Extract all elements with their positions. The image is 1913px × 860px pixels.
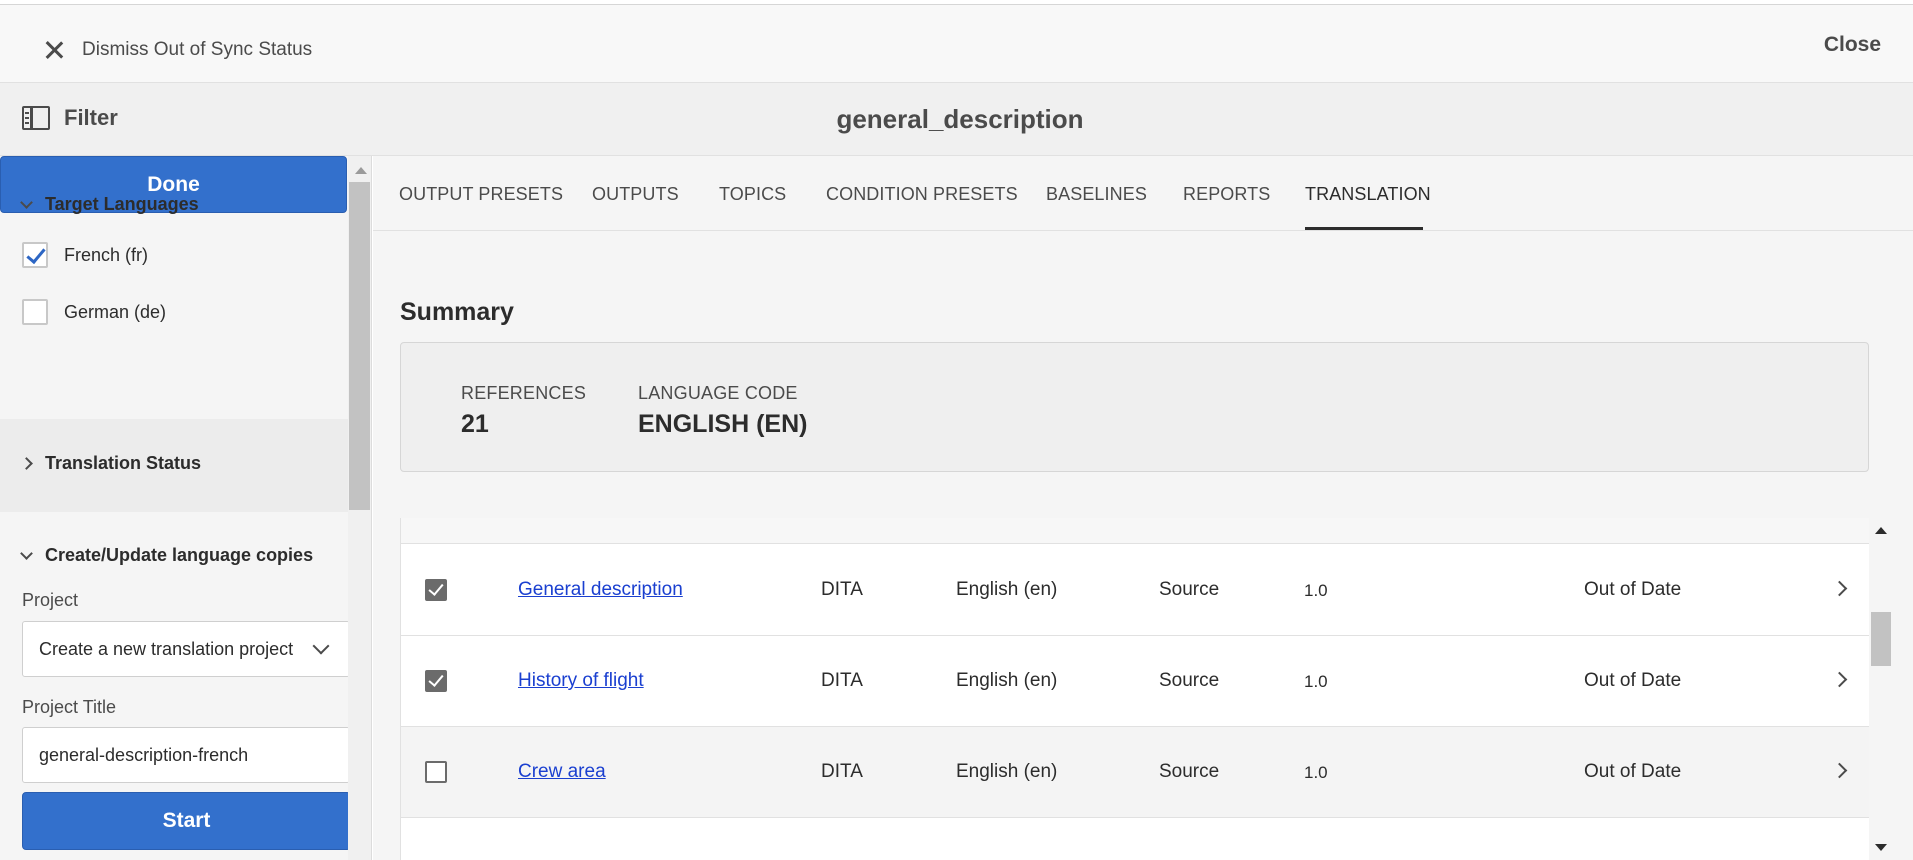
language-code-value: ENGLISH (EN): [638, 410, 808, 438]
language-option-german[interactable]: German (de): [22, 299, 166, 325]
type-cell: DITA: [821, 670, 863, 691]
chevron-down-icon: [20, 195, 33, 209]
status-cell: Out of Date: [1584, 579, 1682, 600]
close-icon: [40, 36, 68, 64]
chevron-right-icon[interactable]: [1831, 762, 1848, 779]
language-cell: English (en): [956, 579, 1058, 600]
summary-card: REFERENCES 21 LANGUAGE CODE ENGLISH (EN): [400, 342, 1869, 472]
references-value: 21: [461, 410, 489, 438]
role-cell: Source: [1159, 670, 1220, 691]
references-table: General description DITA English (en) So…: [400, 518, 1869, 860]
tab-output-presets[interactable]: OUTPUT PRESETS: [399, 184, 563, 205]
row-checkbox[interactable]: [425, 670, 447, 692]
tab-baselines[interactable]: BASELINES: [1046, 184, 1147, 205]
create-update-heading: Create/Update language copies: [45, 545, 314, 565]
project-select-value: Create a new translation project: [39, 638, 294, 659]
tab-condition-presets[interactable]: CONDITION PRESETS: [826, 184, 1018, 205]
close-button[interactable]: Close: [1824, 33, 1881, 57]
scrollbar-thumb[interactable]: [349, 182, 370, 510]
row-checkbox[interactable]: [425, 579, 447, 601]
checkbox-icon[interactable]: [22, 242, 48, 268]
chevron-down-icon: [312, 637, 330, 655]
version-cell: 1.0: [1304, 581, 1328, 600]
version-cell: 1.0: [1304, 763, 1328, 782]
topic-link[interactable]: History of flight: [518, 670, 644, 692]
language-code-metric: LANGUAGE CODE ENGLISH (EN): [638, 383, 807, 439]
language-code-label: LANGUAGE CODE: [638, 383, 798, 403]
tab-bar: OUTPUT PRESETS OUTPUTS TOPICS CONDITION …: [373, 156, 1913, 231]
target-languages-heading: Target Languages: [45, 194, 199, 214]
sidebar-scrollbar[interactable]: [348, 156, 372, 860]
target-languages-toggle[interactable]: Target Languages: [20, 194, 199, 215]
language-option-french[interactable]: French (fr): [22, 242, 148, 268]
project-select[interactable]: Create a new translation project: [22, 621, 350, 677]
scroll-down-icon[interactable]: [1875, 844, 1887, 851]
scrollbar-thumb[interactable]: [1871, 612, 1891, 666]
version-cell: 1.0: [1304, 672, 1328, 691]
row-checkbox[interactable]: [425, 761, 447, 783]
main-panel: OUTPUT PRESETS OUTPUTS TOPICS CONDITION …: [373, 156, 1913, 860]
scroll-up-icon[interactable]: [355, 167, 367, 174]
topic-link[interactable]: General description: [518, 579, 683, 601]
checkbox-icon[interactable]: [22, 299, 48, 325]
dismiss-label: Dismiss Out of Sync Status: [82, 39, 313, 60]
project-title-input[interactable]: [22, 727, 350, 783]
references-metric: REFERENCES 21: [461, 383, 586, 439]
table-row[interactable]: Crew area DITA English (en) Source 1.0 O…: [401, 727, 1869, 818]
dismiss-out-of-sync-button[interactable]: Dismiss Out of Sync Status: [40, 30, 312, 70]
summary-heading: Summary: [400, 298, 514, 326]
tab-translation[interactable]: TRANSLATION: [1305, 184, 1431, 205]
type-cell: DITA: [821, 579, 863, 600]
filter-sidebar: Done Target Languages French (fr) German…: [0, 156, 351, 860]
project-title-label: Project Title: [22, 697, 117, 717]
role-cell: Source: [1159, 579, 1220, 600]
tab-reports[interactable]: REPORTS: [1183, 184, 1270, 205]
translation-status-toggle[interactable]: Translation Status: [20, 453, 202, 474]
tab-outputs[interactable]: OUTPUTS: [592, 184, 679, 205]
page-title: general_description: [836, 104, 1084, 134]
tab-topics[interactable]: TOPICS: [719, 184, 786, 205]
action-bar: Dismiss Out of Sync Status Close: [0, 5, 1913, 83]
active-tab-indicator: [1305, 227, 1423, 230]
status-cell: Out of Date: [1584, 761, 1682, 782]
role-cell: Source: [1159, 761, 1220, 782]
start-button[interactable]: Start: [22, 792, 351, 850]
chevron-right-icon: [20, 457, 33, 470]
chevron-down-icon: [20, 546, 33, 560]
chevron-right-icon[interactable]: [1831, 580, 1848, 597]
scroll-up-icon[interactable]: [1875, 527, 1887, 534]
status-cell: Out of Date: [1584, 670, 1682, 691]
table-row[interactable]: History of flight DITA English (en) Sour…: [401, 636, 1869, 727]
table-row[interactable]: General description DITA English (en) So…: [401, 545, 1869, 636]
language-cell: English (en): [956, 670, 1058, 691]
chevron-right-icon[interactable]: [1831, 671, 1848, 688]
language-option-label: French (fr): [64, 244, 149, 265]
language-option-label: German (de): [64, 301, 167, 322]
table-scrollbar[interactable]: [1869, 518, 1893, 860]
title-bar: Filter general_description: [0, 83, 1913, 156]
translation-status-heading: Translation Status: [45, 453, 202, 473]
references-label: REFERENCES: [461, 383, 587, 403]
topic-link[interactable]: Crew area: [518, 761, 606, 783]
create-update-toggle[interactable]: Create/Update language copies: [20, 545, 314, 566]
type-cell: DITA: [821, 761, 863, 782]
project-label: Project: [22, 590, 79, 610]
table-header-strip: [401, 518, 1869, 544]
language-cell: English (en): [956, 761, 1058, 782]
